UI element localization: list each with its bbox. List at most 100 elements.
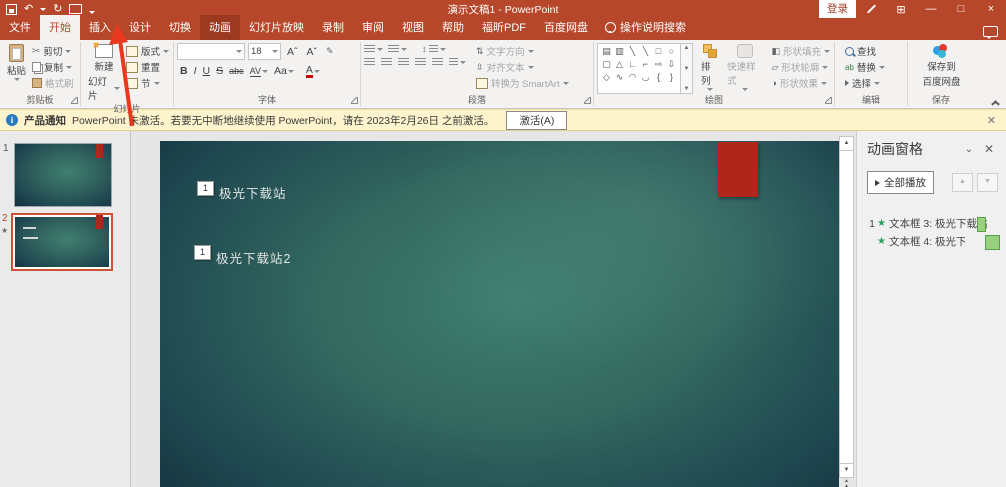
cut-button[interactable]: ✂剪切 — [30, 43, 76, 59]
character-spacing-button[interactable]: AV — [247, 63, 271, 79]
quick-styles-button[interactable]: 快速样式 — [723, 43, 767, 94]
line-spacing-button[interactable]: ↕ — [422, 44, 446, 54]
maximize-button[interactable]: □ — [946, 0, 976, 18]
tab-record[interactable]: 录制 — [313, 15, 353, 40]
move-earlier-button[interactable]: ▲ — [952, 173, 973, 192]
italic-button[interactable]: I — [191, 63, 200, 79]
shape-outline-button[interactable]: ▱形状轮廓 — [769, 59, 832, 75]
inking-pen-icon[interactable] — [856, 0, 886, 18]
shape-fill-button[interactable]: ◧形状填充 — [769, 43, 832, 59]
animation-item-2[interactable]: ★ 文本框 4: 极光下载... — [867, 234, 998, 249]
shape-gallery[interactable]: ▤▥╲╲□○ ▢△∟⌐⇨⇩ ◇∿◠◡{} — [597, 43, 681, 94]
columns-button[interactable] — [449, 58, 466, 67]
font-dialog-launcher-icon[interactable] — [351, 97, 358, 104]
paste-button[interactable]: 粘贴 — [3, 43, 30, 94]
tab-help[interactable]: 帮助 — [433, 15, 473, 40]
arrange-button[interactable]: 排列 — [697, 43, 723, 94]
dismiss-notice-icon[interactable]: ✕ — [987, 114, 1000, 127]
format-painter-button[interactable]: 格式刷 — [30, 75, 76, 91]
reset-button[interactable]: 重置 — [124, 59, 171, 75]
slide2-thumbnail[interactable] — [11, 213, 113, 271]
tab-insert[interactable]: 插入 — [80, 15, 120, 40]
ribbon-display-options-icon[interactable]: ⊞ — [886, 0, 916, 18]
text-direction-button[interactable]: ⇅文字方向 — [474, 43, 571, 59]
convert-smartart-button[interactable]: 转换为 SmartArt — [474, 75, 571, 91]
find-button[interactable]: 查找 — [843, 43, 905, 59]
tab-review[interactable]: 审阅 — [353, 15, 393, 40]
justify-button[interactable] — [415, 58, 426, 67]
drawing-dialog-launcher-icon[interactable] — [825, 97, 832, 104]
previous-slide-icon[interactable]: ▲▲ — [840, 478, 853, 487]
close-button[interactable]: × — [976, 0, 1006, 18]
save-to-baidu-button[interactable]: 保存到 百度网盘 — [918, 43, 964, 94]
numbering-button[interactable] — [388, 45, 407, 54]
copy-icon — [32, 62, 41, 72]
scrollbar-track[interactable] — [839, 151, 854, 463]
scroll-down-icon[interactable]: ▼ — [839, 463, 854, 478]
new-slide-button[interactable]: 新建 幻灯片 — [84, 43, 124, 103]
tab-slideshow[interactable]: 幻灯片放映 — [240, 15, 313, 40]
tab-view[interactable]: 视图 — [393, 15, 433, 40]
timeline-bar-2[interactable] — [985, 235, 1000, 250]
group-font: 18 Aˆ Aˇ ✎ B I U S abc AV Aa A 字体 — [174, 40, 360, 108]
tab-animations[interactable]: 动画 — [200, 15, 240, 40]
section-button[interactable]: 节 — [124, 75, 171, 91]
move-later-button[interactable]: ▼ — [977, 173, 998, 192]
bold-button[interactable]: B — [177, 63, 191, 79]
animation-item-1[interactable]: 1 ★ 文本框 3: 极光下载站 — [867, 216, 998, 231]
replace-button[interactable]: ab替换 — [843, 59, 905, 75]
slide1-thumbnail[interactable] — [14, 143, 112, 207]
animation-order-badge[interactable]: 1 — [194, 245, 211, 260]
slide-canvas[interactable]: 1 极光下载站 1 极光下载站2 — [160, 141, 839, 487]
font-size-combo[interactable]: 18 — [248, 43, 281, 60]
tab-home[interactable]: 开始 — [40, 15, 80, 40]
login-button[interactable]: 登录 — [819, 0, 856, 18]
clipboard-dialog-launcher-icon[interactable] — [71, 97, 78, 104]
editing-group-label: 编辑 — [862, 95, 880, 105]
layout-button[interactable]: 版式 — [124, 43, 171, 59]
underline-button[interactable]: U — [200, 63, 214, 79]
slide-textbox-1[interactable]: 极光下载站 — [219, 183, 287, 202]
play-all-button[interactable]: 全部播放 — [867, 171, 934, 194]
shadow-button[interactable]: S — [213, 63, 226, 79]
timeline-bar-1[interactable] — [977, 217, 986, 232]
slide-red-rectangle[interactable] — [718, 142, 758, 197]
paragraph-dialog-launcher-icon[interactable] — [584, 97, 591, 104]
quick-styles-icon — [737, 44, 753, 58]
vertical-scrollbar[interactable]: ▲ ▼ ▲▲ — [840, 136, 853, 487]
tab-design[interactable]: 设计 — [120, 15, 160, 40]
strikethrough-button[interactable]: abc — [226, 63, 247, 79]
align-text-button[interactable]: ⇳对齐文本 — [474, 59, 571, 75]
font-color-button[interactable]: A — [303, 63, 323, 79]
align-center-button[interactable] — [381, 58, 392, 67]
tab-transitions[interactable]: 切换 — [160, 15, 200, 40]
clear-formatting-button[interactable]: ✎ — [323, 44, 337, 60]
minimize-button[interactable]: — — [916, 0, 946, 18]
scroll-up-icon[interactable]: ▲ — [839, 136, 854, 151]
bullets-button[interactable] — [364, 45, 383, 54]
shape-gallery-scroll[interactable]: ▲▼▼ — [681, 43, 693, 94]
shape-effects-button[interactable]: ◑形状效果 — [769, 75, 832, 91]
slide-textbox-2[interactable]: 极光下载站2 — [216, 248, 291, 267]
tab-foxit-pdf[interactable]: 福昕PDF — [473, 15, 535, 40]
replace-icon: ab — [845, 63, 854, 72]
tab-baidu-netdisk[interactable]: 百度网盘 — [535, 15, 597, 40]
select-button[interactable]: 选择 — [843, 75, 905, 91]
distribute-button[interactable] — [432, 58, 443, 67]
close-pane-icon[interactable]: ✕ — [980, 142, 998, 156]
tell-me-search[interactable]: 操作说明搜索 — [597, 15, 694, 40]
pane-options-chevron-icon[interactable]: ⌄ — [958, 144, 980, 155]
activate-button[interactable]: 激活(A) — [506, 111, 567, 130]
animation-order-badge[interactable]: 1 — [197, 181, 214, 196]
align-right-button[interactable] — [398, 58, 409, 67]
tab-file[interactable]: 文件 — [0, 15, 40, 40]
comments-icon[interactable] — [983, 26, 998, 37]
font-name-combo[interactable] — [177, 43, 245, 60]
align-left-button[interactable] — [364, 58, 375, 67]
change-case-button[interactable]: Aa — [271, 63, 297, 79]
grow-font-button[interactable]: Aˆ — [284, 44, 301, 60]
shrink-font-button[interactable]: Aˇ — [304, 44, 321, 60]
workspace: 1 2 ★ 1 极光下载站 1 极光下载站2 ▲ ▼ ▲▲ 动画窗格 ⌄ ✕ — [0, 131, 1006, 487]
copy-button[interactable]: 复制 — [30, 59, 76, 75]
collapse-ribbon-icon[interactable] — [991, 98, 1000, 104]
